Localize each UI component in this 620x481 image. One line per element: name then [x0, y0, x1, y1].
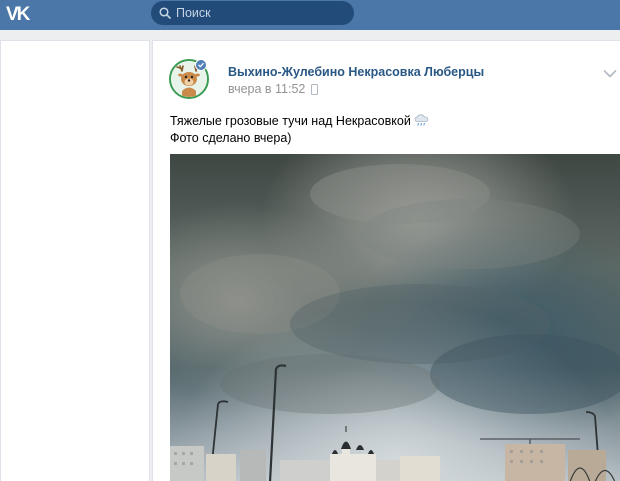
vk-logo-icon[interactable]: VK: [6, 4, 36, 26]
post-time-link[interactable]: вчера в 11:52: [228, 82, 305, 96]
verified-icon: [195, 59, 207, 71]
search-input[interactable]: [176, 1, 346, 25]
post-author-link[interactable]: Выхино-Жулебино Некрасовка Люберцы: [228, 65, 484, 79]
search-icon: [159, 7, 171, 19]
search-box[interactable]: [151, 1, 354, 25]
post-meta: вчера в 11:52: [228, 82, 319, 96]
left-sidebar: [0, 40, 150, 481]
post-photo[interactable]: [170, 154, 620, 481]
rain-cloud-icon: [414, 114, 429, 126]
top-bar: VK: [0, 0, 620, 30]
phone-icon: [311, 83, 319, 95]
chevron-down-icon[interactable]: [603, 69, 617, 79]
post-card: Выхино-Жулебино Некрасовка Люберцы вчера…: [152, 40, 620, 481]
post-text-line: Тяжелые грозовые тучи над Некрасовкой: [170, 114, 411, 128]
post-text-line: Фото сделано вчера): [170, 131, 292, 145]
post-text: Тяжелые грозовые тучи над Некрасовкой Фо…: [170, 113, 610, 147]
